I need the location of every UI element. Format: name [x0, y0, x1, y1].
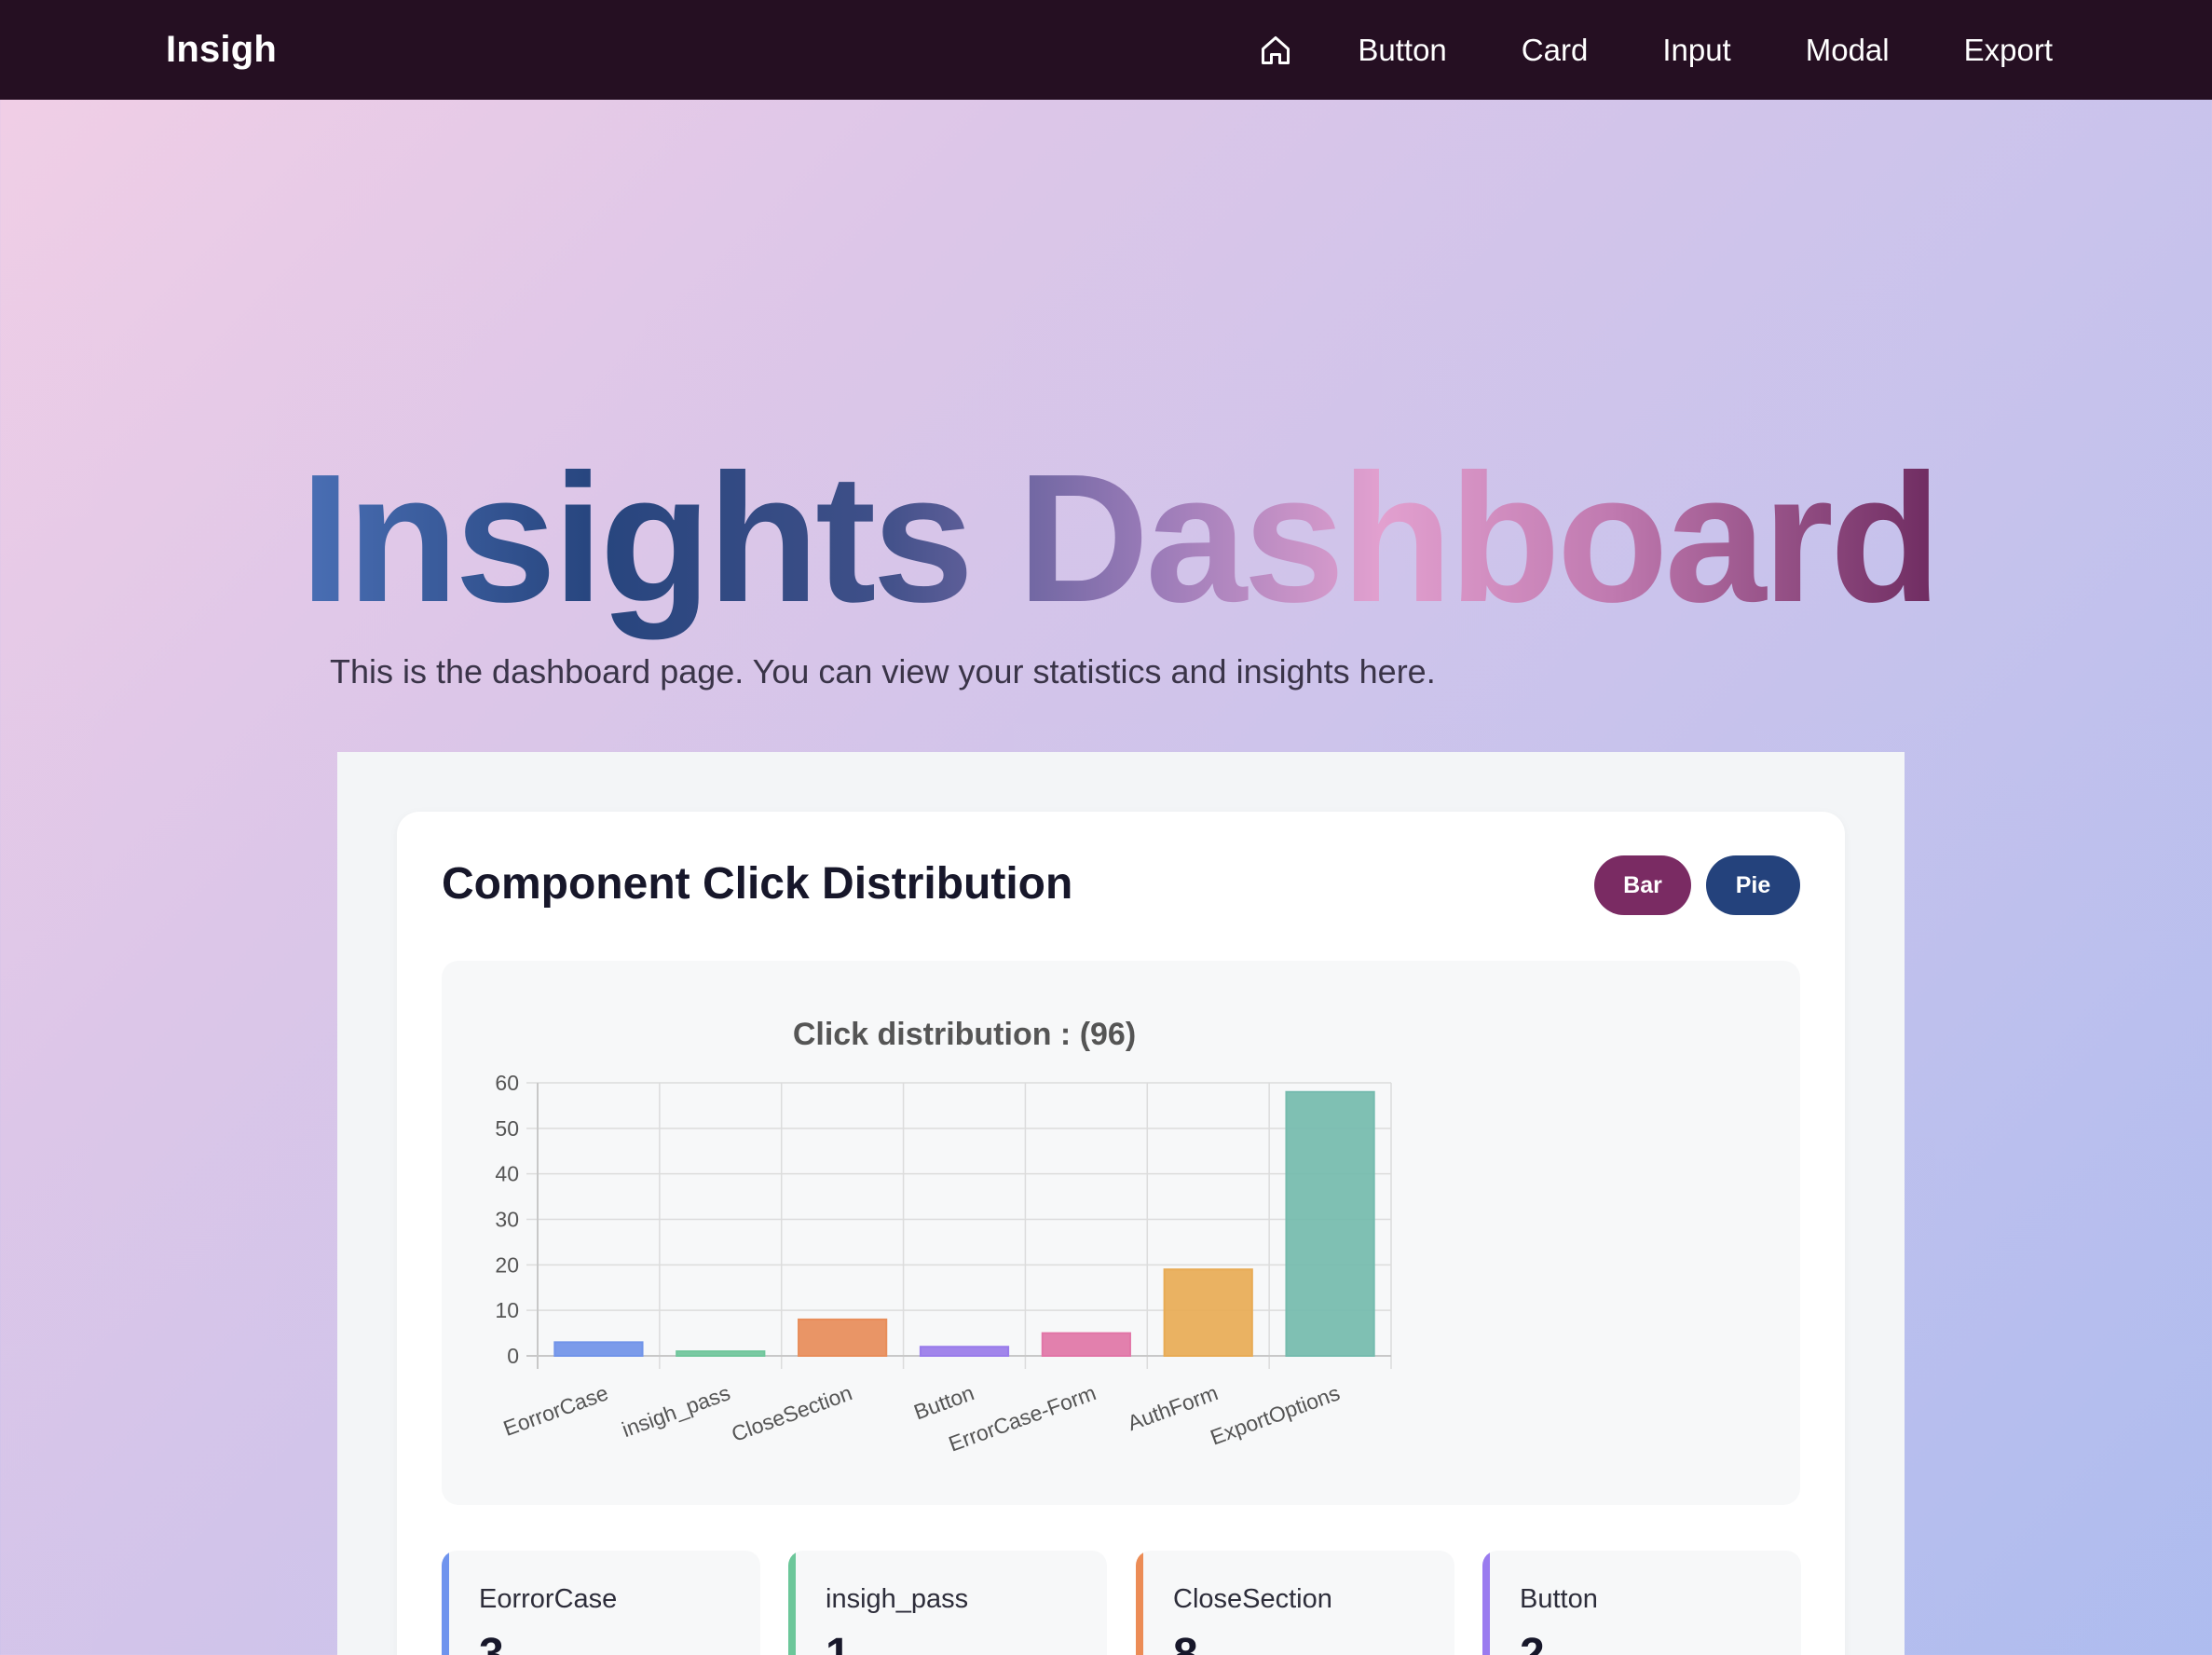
- chart-title: Click distribution : (96): [793, 1017, 1136, 1052]
- nav-links: Button Card Input Modal Export: [1257, 0, 2053, 100]
- bar-eorrorcase: [553, 1341, 644, 1358]
- nav-link-modal[interactable]: Modal: [1806, 33, 1890, 68]
- x-tick-label: CloseSection: [729, 1380, 855, 1446]
- home-icon[interactable]: [1257, 32, 1294, 69]
- y-tick-label: 10: [495, 1298, 519, 1322]
- brand-logo[interactable]: Insigh: [166, 0, 277, 100]
- dashboard-panel: Component Click Distribution Bar Pie Cli…: [337, 752, 1905, 1655]
- nav-link-button[interactable]: Button: [1358, 33, 1446, 68]
- click-distribution-card: Component Click Distribution Bar Pie Cli…: [397, 812, 1845, 1655]
- stat-card-closesection: CloseSection 8: [1136, 1551, 1454, 1655]
- stat-value: 2: [1520, 1630, 1545, 1655]
- stat-value: 1: [826, 1630, 851, 1655]
- bar-chart-button[interactable]: Bar: [1594, 855, 1691, 915]
- stat-value: 8: [1173, 1630, 1198, 1655]
- y-tick-label: 20: [495, 1252, 519, 1277]
- bar-button: [919, 1346, 1010, 1358]
- stat-accent: [788, 1551, 796, 1655]
- stat-value: 3: [479, 1630, 504, 1655]
- stat-label: EorrorCase: [479, 1584, 618, 1614]
- bar-closesection: [798, 1318, 888, 1357]
- y-tick-label: 40: [495, 1162, 519, 1186]
- bar-errorcase-form: [1041, 1332, 1131, 1358]
- stat-label: CloseSection: [1173, 1584, 1332, 1614]
- card-title: Component Click Distribution: [442, 859, 1073, 909]
- chart-container: Click distribution : (96) 0 10 20 30 40 50 60 Eo…: [442, 961, 1800, 1505]
- stat-card-eorrorcase: EorrorCase 3: [442, 1551, 760, 1655]
- stat-label: Button: [1520, 1584, 1598, 1614]
- bar-chart: Click distribution : (96) 0 10 20 30 40 50 60 Eo…: [495, 1017, 1392, 1457]
- y-tick-label: 50: [495, 1116, 519, 1141]
- x-tick-label: EorrorCase: [500, 1380, 611, 1441]
- page-title: Insights Dashboard: [300, 429, 1942, 648]
- stat-card-insigh-pass: insigh_pass 1: [788, 1551, 1107, 1655]
- pie-chart-button[interactable]: Pie: [1706, 855, 1800, 915]
- stat-card-button: Button 2: [1482, 1551, 1801, 1655]
- stat-accent: [1136, 1551, 1143, 1655]
- nav-link-card[interactable]: Card: [1522, 33, 1589, 68]
- x-tick-label: insigh_pass: [619, 1380, 733, 1442]
- y-tick-label: 0: [507, 1344, 519, 1368]
- nav-link-input[interactable]: Input: [1662, 33, 1730, 68]
- top-navbar: Insigh Button Card Input Modal Export: [0, 0, 2212, 100]
- y-tick-label: 60: [495, 1071, 519, 1095]
- y-tick-label: 30: [495, 1208, 519, 1232]
- stat-accent: [442, 1551, 449, 1655]
- bar-exportoptions: [1285, 1090, 1375, 1357]
- bar-authform: [1163, 1268, 1253, 1358]
- stat-label: insigh_pass: [826, 1584, 969, 1614]
- x-tick-label: ExportOptions: [1207, 1380, 1343, 1449]
- nav-link-export[interactable]: Export: [1964, 33, 2053, 68]
- page-subtitle: This is the dashboard page. You can view…: [330, 652, 1436, 691]
- bar-insigh-pass: [676, 1350, 766, 1358]
- stat-accent: [1482, 1551, 1490, 1655]
- x-tick-label: Button: [910, 1380, 976, 1424]
